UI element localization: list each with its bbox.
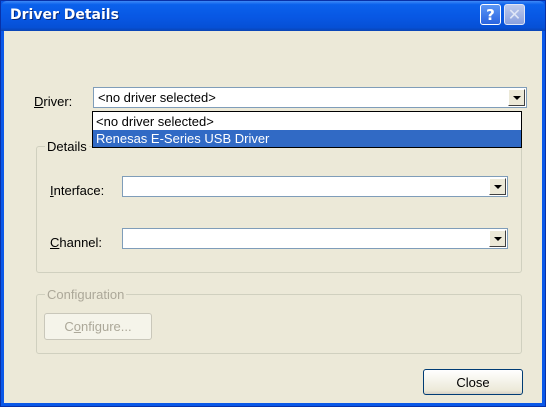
channel-label: Channel:: [50, 235, 103, 250]
list-item[interactable]: <no driver selected>: [93, 113, 521, 130]
interface-combobox[interactable]: [122, 176, 508, 197]
driver-combobox[interactable]: <no driver selected>: [93, 87, 527, 108]
window-title: Driver Details: [10, 7, 119, 23]
driver-details-window: Driver Details ? ✕ Driver: <no driver se…: [0, 0, 546, 407]
chevron-down-icon[interactable]: [489, 178, 506, 195]
interface-label: Interface:: [50, 183, 105, 198]
configure-button[interactable]: Co nfigure...: [44, 313, 152, 340]
close-icon: ✕: [507, 5, 522, 24]
title-bar[interactable]: Driver Details ? ✕: [1, 1, 545, 31]
driver-label: Driver:: [34, 94, 73, 109]
help-button[interactable]: ?: [480, 4, 501, 25]
details-group: Details: [36, 139, 522, 273]
dialog-body: Driver: <no driver selected> Details Int…: [4, 31, 542, 403]
configuration-legend: Configuration: [45, 287, 127, 302]
driver-selected-value: <no driver selected>: [98, 90, 216, 105]
details-legend: Details: [45, 139, 89, 154]
close-button[interactable]: Close: [423, 369, 523, 395]
chevron-down-icon[interactable]: [508, 89, 525, 106]
chevron-down-icon[interactable]: [489, 230, 506, 247]
driver-dropdown-list[interactable]: <no driver selected> Renesas E-Series US…: [92, 111, 522, 148]
close-window-button[interactable]: ✕: [504, 4, 525, 25]
list-item-selected[interactable]: Renesas E-Series USB Driver: [93, 130, 521, 147]
channel-combobox[interactable]: [122, 228, 508, 249]
help-icon: ?: [486, 5, 495, 24]
